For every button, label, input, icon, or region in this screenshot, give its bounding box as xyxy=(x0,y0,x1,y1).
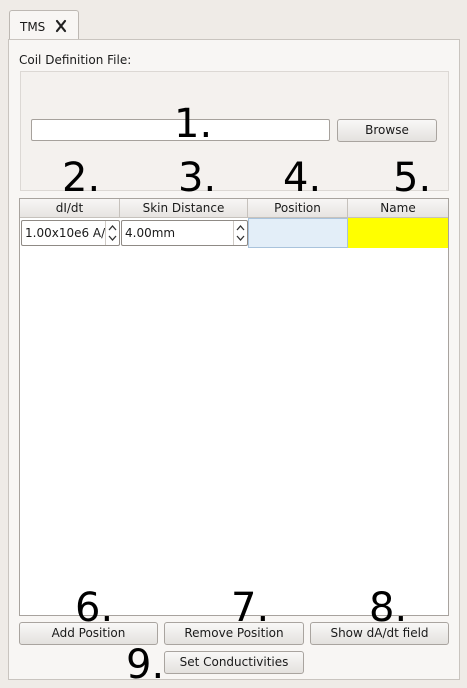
annotation-5: 5. xyxy=(393,155,432,201)
didt-cell: 1.00x10e6 A/ xyxy=(20,218,120,248)
skin-distance-spinbox[interactable]: 4.00mm xyxy=(121,220,248,246)
header-position[interactable]: Position xyxy=(248,199,348,218)
skin-distance-spin-arrows[interactable] xyxy=(233,221,247,245)
didt-spinbox[interactable]: 1.00x10e6 A/ xyxy=(21,220,120,246)
spin-down-icon[interactable] xyxy=(236,235,245,241)
position-cell[interactable] xyxy=(248,218,348,248)
tab-label: TMS xyxy=(20,20,46,34)
coil-definition-label: Coil Definition File: xyxy=(19,53,132,67)
skin-distance-value: 4.00mm xyxy=(125,226,176,240)
annotation-8: 8. xyxy=(369,585,408,631)
skin-distance-cell: 4.00mm xyxy=(120,218,248,248)
spin-up-icon[interactable] xyxy=(108,225,117,231)
header-didt[interactable]: dI/dt xyxy=(20,199,120,218)
didt-spin-arrows[interactable] xyxy=(105,221,119,245)
spin-down-icon[interactable] xyxy=(108,235,117,241)
set-conductivities-button[interactable]: Set Conductivities xyxy=(164,651,304,674)
annotation-1: 1. xyxy=(174,101,213,147)
annotation-9: 9. xyxy=(126,642,165,688)
annotation-3: 3. xyxy=(178,155,217,201)
coil-positions-table[interactable]: dI/dt Skin Distance Position Name 1.00x1… xyxy=(19,198,449,616)
annotation-6: 6. xyxy=(75,585,114,631)
tab-tms[interactable]: TMS xyxy=(9,10,79,40)
browse-button[interactable]: Browse xyxy=(337,119,437,142)
annotation-2: 2. xyxy=(62,155,101,201)
name-cell[interactable] xyxy=(348,218,448,248)
didt-value: 1.00x10e6 A/ xyxy=(25,226,106,240)
header-name[interactable]: Name xyxy=(348,199,448,218)
annotation-4: 4. xyxy=(283,155,322,201)
close-icon[interactable] xyxy=(53,18,69,34)
annotation-7: 7. xyxy=(231,585,270,631)
spin-up-icon[interactable] xyxy=(236,225,245,231)
header-skin-distance[interactable]: Skin Distance xyxy=(120,199,248,218)
